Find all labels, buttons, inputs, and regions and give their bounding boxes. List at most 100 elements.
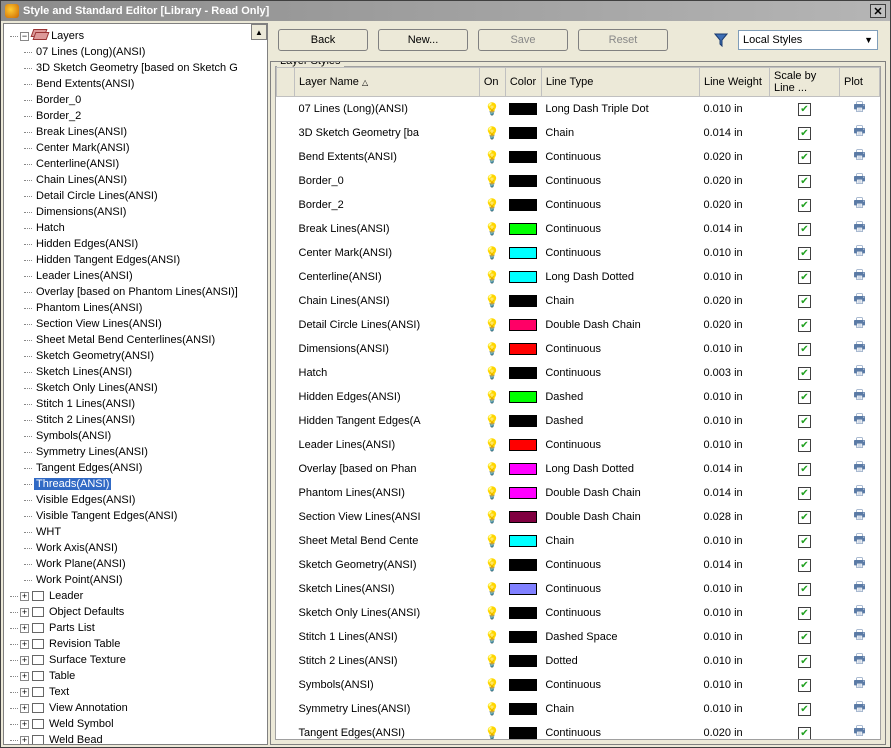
col-edit[interactable]	[277, 68, 295, 97]
tree-category[interactable]: Parts List	[47, 622, 97, 634]
expander[interactable]: +	[20, 624, 29, 633]
linetype-cell[interactable]: Continuous	[541, 673, 699, 697]
tree-category[interactable]: Weld Symbol	[47, 718, 116, 730]
bulb-icon[interactable]: 💡	[485, 582, 500, 596]
col-scale[interactable]: Scale by Line ...	[770, 68, 840, 97]
table-row[interactable]: Hatch💡Continuous0.003 in✔🖶	[277, 361, 880, 385]
tree-item[interactable]: 07 Lines (Long)(ANSI)	[34, 46, 147, 58]
layer-name-cell[interactable]: Sketch Only Lines(ANSI)	[299, 607, 421, 619]
table-row[interactable]: Break Lines(ANSI)💡Continuous0.014 in✔🖶	[277, 217, 880, 241]
new-button[interactable]: New...	[378, 29, 468, 51]
bulb-icon[interactable]: 💡	[485, 678, 500, 692]
table-row[interactable]: 07 Lines (Long)(ANSI)💡Long Dash Triple D…	[277, 97, 880, 122]
printer-icon[interactable]: 🖶	[853, 459, 865, 474]
printer-icon[interactable]: 🖶	[853, 723, 865, 738]
layer-name-cell[interactable]: 3D Sketch Geometry [ba	[299, 127, 419, 139]
linetype-cell[interactable]: Long Dash Dotted	[541, 457, 699, 481]
linetype-cell[interactable]: Continuous	[541, 721, 699, 740]
tree-item[interactable]: Hatch	[34, 222, 67, 234]
tree-item[interactable]: Hidden Tangent Edges(ANSI)	[34, 254, 182, 266]
lineweight-cell[interactable]: 0.014 in	[700, 481, 770, 505]
printer-icon[interactable]: 🖶	[853, 387, 865, 402]
lineweight-cell[interactable]: 0.010 in	[700, 625, 770, 649]
linetype-cell[interactable]: Chain	[541, 697, 699, 721]
lineweight-cell[interactable]: 0.014 in	[700, 121, 770, 145]
close-button[interactable]: ✕	[870, 4, 886, 18]
printer-icon[interactable]: 🖶	[853, 291, 865, 306]
scale-checkbox[interactable]: ✔	[798, 103, 811, 116]
linetype-cell[interactable]: Continuous	[541, 241, 699, 265]
bulb-icon[interactable]: 💡	[485, 558, 500, 572]
tree-item[interactable]: Threads(ANSI)	[34, 478, 111, 490]
layer-name-cell[interactable]: Leader Lines(ANSI)	[299, 439, 396, 451]
color-swatch[interactable]	[509, 151, 537, 163]
lineweight-cell[interactable]: 0.028 in	[700, 505, 770, 529]
tree-node-layers[interactable]: Layers	[49, 30, 86, 42]
printer-icon[interactable]: 🖶	[853, 507, 865, 522]
color-swatch[interactable]	[509, 487, 537, 499]
scale-checkbox[interactable]: ✔	[798, 631, 811, 644]
bulb-icon[interactable]: 💡	[485, 246, 500, 260]
bulb-icon[interactable]: 💡	[485, 222, 500, 236]
tree-category[interactable]: Text	[47, 686, 71, 698]
color-swatch[interactable]	[509, 655, 537, 667]
tree-item[interactable]: Sketch Only Lines(ANSI)	[34, 382, 160, 394]
lineweight-cell[interactable]: 0.010 in	[700, 577, 770, 601]
scale-checkbox[interactable]: ✔	[798, 175, 811, 188]
layer-name-cell[interactable]: Border_0	[299, 175, 344, 187]
bulb-icon[interactable]: 💡	[485, 366, 500, 380]
tree-item[interactable]: Border_0	[34, 94, 83, 106]
bulb-icon[interactable]: 💡	[485, 270, 500, 284]
bulb-icon[interactable]: 💡	[485, 294, 500, 308]
printer-icon[interactable]: 🖶	[853, 675, 865, 690]
color-swatch[interactable]	[509, 247, 537, 259]
lineweight-cell[interactable]: 0.010 in	[700, 337, 770, 361]
tree-item[interactable]: Phantom Lines(ANSI)	[34, 302, 144, 314]
layer-name-cell[interactable]: Sheet Metal Bend Cente	[299, 535, 419, 547]
scale-checkbox[interactable]: ✔	[798, 391, 811, 404]
scale-checkbox[interactable]: ✔	[798, 703, 811, 716]
layer-name-cell[interactable]: Sketch Lines(ANSI)	[299, 583, 395, 595]
lineweight-cell[interactable]: 0.010 in	[700, 433, 770, 457]
color-swatch[interactable]	[509, 391, 537, 403]
tree-category[interactable]: Object Defaults	[47, 606, 126, 618]
table-row[interactable]: Overlay [based on Phan💡Long Dash Dotted0…	[277, 457, 880, 481]
lineweight-cell[interactable]: 0.010 in	[700, 241, 770, 265]
bulb-icon[interactable]: 💡	[485, 318, 500, 332]
tree-category[interactable]: Table	[47, 670, 77, 682]
expander[interactable]: +	[20, 720, 29, 729]
color-swatch[interactable]	[509, 223, 537, 235]
scale-checkbox[interactable]: ✔	[798, 367, 811, 380]
linetype-cell[interactable]: Chain	[541, 529, 699, 553]
layer-name-cell[interactable]: Sketch Geometry(ANSI)	[299, 559, 417, 571]
col-linetype[interactable]: Line Type	[541, 68, 699, 97]
layer-name-cell[interactable]: Center Mark(ANSI)	[299, 247, 393, 259]
table-row[interactable]: Section View Lines(ANSI💡Double Dash Chai…	[277, 505, 880, 529]
bulb-icon[interactable]: 💡	[485, 390, 500, 404]
table-row[interactable]: Stitch 2 Lines(ANSI)💡Dotted0.010 in✔🖶	[277, 649, 880, 673]
scale-checkbox[interactable]: ✔	[798, 583, 811, 596]
color-swatch[interactable]	[509, 511, 537, 523]
linetype-cell[interactable]: Long Dash Dotted	[541, 265, 699, 289]
printer-icon[interactable]: 🖶	[853, 315, 865, 330]
tree-category[interactable]: Leader	[47, 590, 85, 602]
table-row[interactable]: Tangent Edges(ANSI)💡Continuous0.020 in✔🖶	[277, 721, 880, 740]
scale-checkbox[interactable]: ✔	[798, 607, 811, 620]
table-row[interactable]: Stitch 1 Lines(ANSI)💡Dashed Space0.010 i…	[277, 625, 880, 649]
tree-item[interactable]: Dimensions(ANSI)	[34, 206, 128, 218]
expander[interactable]: +	[20, 672, 29, 681]
tree-item[interactable]: WHT	[34, 526, 63, 538]
tree-item[interactable]: Work Plane(ANSI)	[34, 558, 128, 570]
lineweight-cell[interactable]: 0.010 in	[700, 265, 770, 289]
bulb-icon[interactable]: 💡	[485, 438, 500, 452]
expander[interactable]: +	[20, 656, 29, 665]
color-swatch[interactable]	[509, 583, 537, 595]
layer-name-cell[interactable]: Detail Circle Lines(ANSI)	[299, 319, 421, 331]
lineweight-cell[interactable]: 0.020 in	[700, 313, 770, 337]
scale-checkbox[interactable]: ✔	[798, 679, 811, 692]
layer-name-cell[interactable]: Border_2	[299, 199, 344, 211]
grid-scroll[interactable]: Layer Name △ On Color Line Type Line Wei…	[275, 66, 881, 740]
layer-name-cell[interactable]: 07 Lines (Long)(ANSI)	[299, 103, 408, 115]
tree-item[interactable]: Chain Lines(ANSI)	[34, 174, 129, 186]
lineweight-cell[interactable]: 0.020 in	[700, 145, 770, 169]
